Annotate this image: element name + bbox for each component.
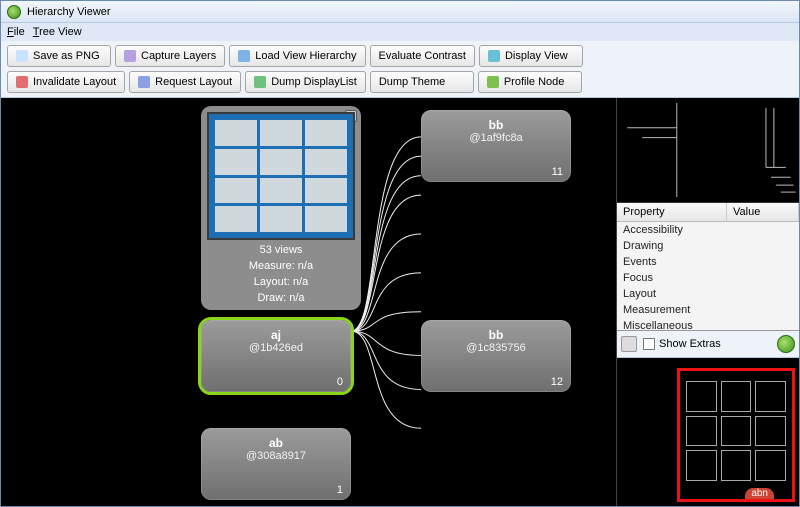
save-as-png-button[interactable]: Save as PNG	[7, 45, 111, 67]
node-index: 11	[552, 166, 563, 178]
property-row[interactable]: Drawing	[617, 238, 799, 254]
request-icon	[138, 76, 150, 88]
node-id: @1b426ed	[249, 342, 303, 354]
profile-icon	[487, 76, 499, 88]
refresh-icon[interactable]	[777, 335, 795, 353]
dump-displaylist-button[interactable]: Dump DisplayList	[245, 71, 366, 93]
tooltip-layout: Layout: n/a	[207, 276, 355, 288]
node-title: bb	[489, 328, 504, 342]
evaluate-contrast-label: Evaluate Contrast	[379, 50, 466, 62]
dump-theme-label: Dump Theme	[379, 76, 445, 88]
property-row[interactable]: Measurement	[617, 302, 799, 318]
load-view-hierarchy-button[interactable]: Load View Hierarchy	[229, 45, 365, 67]
layers-icon	[124, 50, 136, 62]
invalidate-layout-button[interactable]: Invalidate Layout	[7, 71, 125, 93]
menu-treeview[interactable]: Tree View	[33, 26, 82, 38]
save-icon	[16, 50, 28, 62]
node-id: @1af9fc8a	[469, 132, 522, 144]
capture-layers-button[interactable]: Capture Layers	[115, 45, 225, 67]
app-icon	[7, 5, 21, 19]
display-view-label: Display View	[505, 50, 568, 62]
property-row[interactable]: Layout	[617, 286, 799, 302]
save-as-png-label: Save as PNG	[33, 50, 100, 62]
node-tooltip: 53 views Measure: n/a Layout: n/a Draw: …	[201, 106, 361, 310]
menubar: File Tree View	[1, 23, 799, 41]
node-index: 1	[337, 484, 343, 496]
selection-outline: abn	[677, 368, 795, 502]
view-preview[interactable]: abn	[617, 358, 799, 506]
hierarchy-canvas[interactable]: 53 views Measure: n/a Layout: n/a Draw: …	[1, 98, 616, 506]
dump-icon	[254, 76, 266, 88]
tooltip-draw: Draw: n/a	[207, 292, 355, 304]
right-panel: Property Value Accessibility Drawing Eve…	[616, 98, 799, 506]
tree-node-aj[interactable]: aj @1b426ed 0	[201, 320, 351, 392]
capture-layers-label: Capture Layers	[141, 50, 216, 62]
display-view-button[interactable]: Display View	[479, 45, 583, 67]
reload-icon	[238, 50, 250, 62]
node-index: 0	[337, 376, 343, 388]
property-row[interactable]: Miscellaneous	[617, 318, 799, 330]
properties-panel: Property Value Accessibility Drawing Eve…	[617, 203, 799, 331]
property-column-header[interactable]: Property	[617, 203, 727, 221]
titlebar[interactable]: Hierarchy Viewer	[1, 1, 799, 23]
tree-node-ab[interactable]: ab @308a8917 1	[201, 428, 351, 500]
profile-node-button[interactable]: Profile Node	[478, 71, 582, 93]
app-window: Hierarchy Viewer File Tree View Save as …	[0, 0, 800, 507]
node-title: ab	[269, 436, 283, 450]
request-layout-button[interactable]: Request Layout	[129, 71, 241, 93]
node-id: @1c835756	[466, 342, 526, 354]
profile-node-label: Profile Node	[504, 76, 565, 88]
evaluate-contrast-button[interactable]: Evaluate Contrast	[370, 45, 475, 67]
toolbar: Save as PNG Capture Layers Load View Hie…	[1, 41, 799, 98]
node-title: bb	[489, 118, 504, 132]
dump-theme-button[interactable]: Dump Theme	[370, 71, 474, 93]
extras-row: Show Extras	[617, 331, 799, 358]
invalidate-layout-label: Invalidate Layout	[33, 76, 116, 88]
properties-list[interactable]: Accessibility Drawing Events Focus Layou…	[617, 222, 799, 330]
node-title: aj	[271, 328, 281, 342]
tree-node-bb2[interactable]: bb @1c835756 12	[421, 320, 571, 392]
dump-displaylist-label: Dump DisplayList	[271, 76, 357, 88]
value-column-header[interactable]: Value	[727, 203, 799, 221]
menu-file[interactable]: File	[7, 26, 25, 38]
load-view-hierarchy-label: Load View Hierarchy	[255, 50, 356, 62]
show-extras-label: Show Extras	[659, 338, 721, 350]
tree-node-bb1[interactable]: bb @1af9fc8a 11	[421, 110, 571, 182]
content-area: 53 views Measure: n/a Layout: n/a Draw: …	[1, 98, 799, 506]
property-row[interactable]: Events	[617, 254, 799, 270]
properties-header: Property Value	[617, 203, 799, 222]
tooltip-views-count: 53 views	[207, 244, 355, 256]
tooltip-measure: Measure: n/a	[207, 260, 355, 272]
display-icon	[488, 50, 500, 62]
view-thumbnail	[207, 112, 355, 240]
show-extras-checkbox[interactable]	[643, 338, 655, 350]
window-title: Hierarchy Viewer	[27, 6, 111, 18]
property-row[interactable]: Accessibility	[617, 222, 799, 238]
overview-map[interactable]	[617, 98, 799, 203]
connection-wires	[351, 98, 421, 506]
node-index: 12	[551, 376, 563, 388]
collapse-icon[interactable]	[621, 336, 637, 352]
invalidate-icon	[16, 76, 28, 88]
node-id: @308a8917	[246, 450, 306, 462]
preview-grid	[686, 381, 786, 481]
request-layout-label: Request Layout	[155, 76, 232, 88]
property-row[interactable]: Focus	[617, 270, 799, 286]
preview-name: abn	[745, 488, 774, 499]
